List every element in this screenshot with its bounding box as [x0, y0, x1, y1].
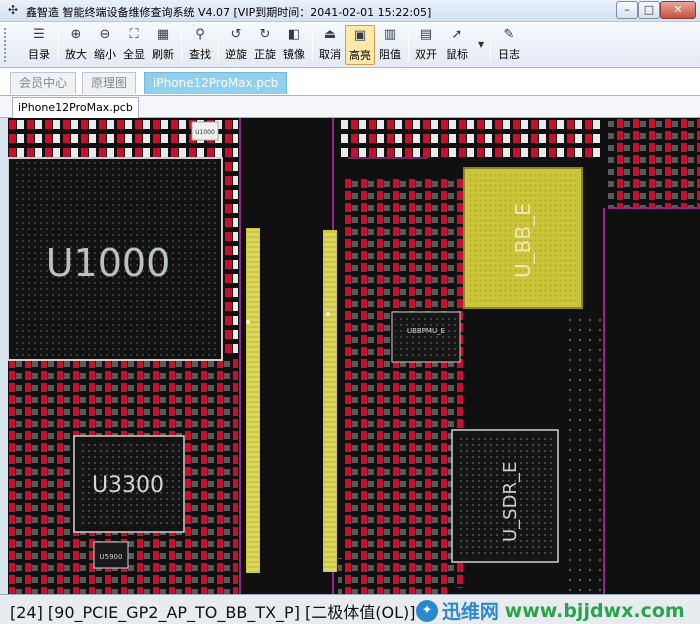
watermark-logo-icon: ✦ — [416, 599, 438, 622]
label-u-bb-e: U_BB_E — [511, 203, 535, 278]
cancel-label: 取消 — [319, 48, 341, 61]
main-tab-bar: 会员中心 原理图 iPhone12ProMax.pcb — [0, 68, 700, 96]
mirror-icon: ◧ — [287, 27, 301, 42]
document-tab[interactable]: iPhone12ProMax.pcb — [12, 97, 139, 118]
status-bar: [24] [90_PCIE_GP2_AP_TO_BB_TX_P] [二极体值(O… — [0, 594, 700, 624]
toolbar-separator — [218, 28, 219, 62]
rotate-cw-label: 正旋 — [254, 48, 276, 61]
toolbar-separator — [312, 28, 313, 62]
rotate-ccw-icon: ↺ — [230, 27, 242, 42]
fit-all-label: 全显 — [123, 48, 145, 61]
mirror-label: 镜像 — [283, 48, 305, 61]
zoom-out-icon: ⊖ — [99, 27, 111, 42]
window-title: 鑫智造 智能终端设备维修查询系统 V4.07 [VIP到期时间：2041-02-… — [26, 6, 432, 19]
toolbar-separator — [408, 28, 409, 62]
rotate-cw-button[interactable]: ↻ 正旋 — [250, 25, 280, 65]
rotate-cw-icon: ↻ — [259, 27, 271, 42]
minimize-button[interactable]: – — [616, 1, 638, 19]
refresh-label: 刷新 — [152, 48, 174, 61]
tab-schematic[interactable]: 原理图 — [82, 72, 137, 94]
fit-all-icon: ⛶ — [129, 27, 139, 42]
find-button[interactable]: ⚲ 查找 — [185, 25, 215, 65]
find-label: 查找 — [189, 48, 211, 61]
notepad-icon: ✎ — [503, 27, 515, 42]
label-u1000: U1000 — [46, 241, 171, 285]
pcb-board[interactable]: U1000 U3300 U1000 U5900 U_BB_E UBBPMU_E … — [8, 118, 700, 594]
rotate-ccw-label: 逆旋 — [225, 48, 247, 61]
mouse-label: 鼠标 — [446, 48, 468, 61]
toolbar: ☰ 目录 ⊕ 放大 ⊖ 缩小 ⛶ 全显 ▦ 刷新 ⚲ 查找 ↺ 逆旋 ↻ 正旋 … — [0, 22, 700, 68]
refresh-grid-icon: ▦ — [156, 27, 170, 42]
label-u3300: U3300 — [92, 473, 164, 498]
tab-pcb[interactable]: iPhone12ProMax.pcb — [144, 72, 288, 94]
zoom-in-icon: ⊕ — [70, 27, 82, 42]
resistance-label: 阻值 — [379, 48, 401, 61]
label-u5900: U5900 — [100, 553, 123, 561]
document-tab-bar: iPhone12ProMax.pcb — [0, 96, 700, 118]
zoom-in-button[interactable]: ⊕ 放大 — [61, 25, 91, 65]
refresh-button[interactable]: ▦ 刷新 — [148, 25, 178, 65]
highlight-button[interactable]: ▣ 高亮 — [345, 25, 375, 65]
toolbar-separator — [181, 28, 182, 62]
net-status-text: [24] [90_PCIE_GP2_AP_TO_BB_TX_P] [二极体值(O… — [10, 603, 416, 622]
watermark-url: www.bjjdwx.com — [504, 599, 685, 622]
highlight-label: 高亮 — [349, 49, 371, 62]
chip-icon: ✣ — [7, 3, 19, 17]
dual-pane-icon: ▤ — [419, 27, 433, 42]
zoom-out-label: 缩小 — [94, 48, 116, 61]
log-label: 日志 — [498, 48, 520, 61]
fit-all-button[interactable]: ⛶ 全显 — [119, 25, 149, 65]
label-u1000-small: U1000 — [195, 129, 215, 136]
resistance-icon: ▥ — [383, 27, 397, 42]
rotate-ccw-button[interactable]: ↺ 逆旋 — [221, 25, 251, 65]
zoom-in-label: 放大 — [65, 48, 87, 61]
close-button[interactable]: ✕ — [660, 1, 696, 19]
toolbar-separator — [490, 28, 491, 62]
list-icon: ☰ — [33, 27, 45, 42]
dual-open-label: 双开 — [415, 48, 437, 61]
toolbar-separator — [58, 28, 59, 62]
label-ubbpmu-e: UBBPMU_E — [407, 327, 445, 335]
watermark-cn: 迅维网 — [441, 601, 499, 623]
mirror-button[interactable]: ◧ 镜像 — [279, 25, 309, 65]
search-icon: ⚲ — [195, 27, 205, 42]
watermark: ✦ 迅维网 www.bjjdwx.com — [416, 597, 685, 623]
resistance-button[interactable]: ▥ 阻值 — [375, 25, 405, 65]
highlight-icon: ▣ — [353, 28, 367, 43]
mouse-dropdown-arrow[interactable]: ▼ — [478, 40, 484, 49]
maximize-button[interactable]: □ — [638, 1, 660, 19]
cancel-button[interactable]: ⏏ 取消 — [315, 25, 345, 65]
cursor-icon: ➚ — [451, 27, 463, 42]
tab-member-center[interactable]: 会员中心 — [10, 72, 77, 94]
pcb-canvas[interactable]: U1000 U3300 U1000 U5900 U_BB_E UBBPMU_E … — [8, 118, 700, 594]
cancel-icon: ⏏ — [323, 27, 337, 42]
catalog-button[interactable]: ☰ 目录 — [24, 25, 54, 65]
zoom-out-button[interactable]: ⊖ 缩小 — [90, 25, 120, 65]
toolbar-grip[interactable] — [4, 28, 8, 62]
mouse-button[interactable]: ➚ 鼠标 — [442, 25, 472, 65]
dual-open-button[interactable]: ▤ 双开 — [411, 25, 441, 65]
log-button[interactable]: ✎ 日志 — [494, 25, 524, 65]
label-u-sdr-e: U_SDR_E — [500, 462, 521, 542]
title-bar: ✣ 鑫智造 智能终端设备维修查询系统 V4.07 [VIP到期时间：2041-0… — [0, 0, 700, 22]
catalog-label: 目录 — [28, 48, 50, 61]
